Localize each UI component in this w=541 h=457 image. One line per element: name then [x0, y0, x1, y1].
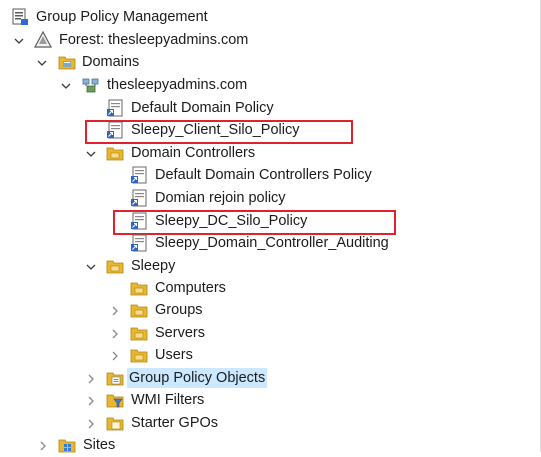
gpo-link-icon — [107, 99, 123, 117]
ou-icon — [130, 304, 148, 318]
chevron-right-icon[interactable] — [109, 305, 121, 317]
tree-node-label: Computers — [155, 280, 226, 296]
starter-gpo-icon — [106, 417, 124, 431]
highlight-box — [113, 210, 396, 235]
chevron-right-icon[interactable] — [109, 328, 121, 340]
ou-icon — [106, 260, 124, 274]
tree-node-label: Default Domain Policy — [131, 100, 274, 116]
folder-icon — [58, 56, 76, 70]
tree-node-label: Group Policy Management — [36, 9, 208, 25]
gpo-link-icon — [131, 234, 147, 252]
tree-node-label: Sleepy — [131, 258, 176, 274]
tree-node-label: Sites — [83, 437, 116, 453]
tree-node-label: Default Domain Controllers Policy — [155, 167, 372, 183]
gpm-console-icon — [12, 8, 28, 25]
chevron-down-icon[interactable] — [60, 80, 72, 92]
chevron-right-icon[interactable] — [85, 418, 97, 430]
tree-node-label: Groups — [155, 302, 203, 318]
gpo-link-icon — [131, 166, 147, 184]
tree-node-label: Forest: thesleepyadmins.com — [59, 32, 249, 48]
tree-node-label: thesleepyadmins.com — [107, 77, 248, 93]
forest-icon — [34, 31, 52, 48]
tree-node-label: Group Policy Objects — [127, 368, 268, 388]
sites-icon — [58, 439, 76, 453]
chevron-right-icon[interactable] — [37, 440, 49, 452]
tree-node-label: Servers — [155, 325, 205, 341]
ou-icon — [130, 349, 148, 363]
chevron-right-icon[interactable] — [85, 373, 97, 385]
chevron-down-icon[interactable] — [13, 35, 25, 47]
tree-node-label: WMI Filters — [131, 392, 205, 408]
domain-icon — [82, 78, 99, 93]
tree-node-label: Starter GPOs — [131, 415, 219, 431]
wmi-filter-icon — [106, 394, 124, 408]
chevron-right-icon[interactable] — [109, 350, 121, 362]
chevron-down-icon[interactable] — [85, 148, 97, 160]
ou-icon — [106, 147, 124, 161]
tree-node-label: Domain Controllers — [131, 145, 256, 161]
chevron-right-icon[interactable] — [85, 395, 97, 407]
chevron-down-icon[interactable] — [85, 261, 97, 273]
ou-icon — [130, 282, 148, 296]
tree-node-label: Domian rejoin policy — [155, 190, 286, 206]
tree-node-label: Sleepy_Domain_Controller_Auditing — [155, 235, 389, 251]
gpm-tree-view[interactable]: Group Policy Management Forest: thesleep… — [0, 0, 541, 453]
gpo-container-icon — [106, 372, 124, 386]
ou-icon — [130, 327, 148, 341]
chevron-down-icon[interactable] — [36, 57, 48, 69]
tree-node-label: Domains — [82, 54, 140, 70]
highlight-box — [85, 120, 353, 144]
tree-node-label: Users — [155, 347, 193, 363]
gpo-link-icon — [131, 189, 147, 207]
